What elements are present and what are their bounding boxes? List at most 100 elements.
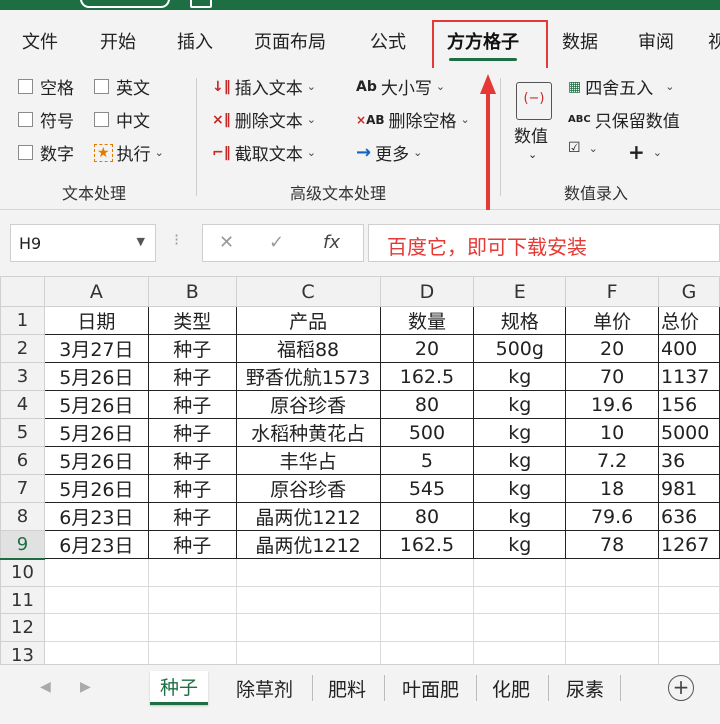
cell[interactable]: 400 [658, 334, 720, 363]
cell[interactable]: 晶两优1212 [235, 502, 381, 531]
cell[interactable]: 80 [379, 390, 475, 419]
cell[interactable]: 总价 [658, 306, 720, 335]
cell[interactable]: 种子 [147, 418, 237, 447]
insert-text-button[interactable]: ↓‖ 插入文本 ⌄ [212, 74, 316, 100]
confirm-icon[interactable]: ✓ [269, 232, 284, 253]
row-header[interactable]: 10 [0, 558, 45, 587]
chevron-down-icon[interactable]: ⌄ [528, 148, 537, 161]
cell[interactable]: 5 [379, 446, 475, 475]
cell[interactable]: 5月26日 [43, 362, 149, 391]
cell[interactable]: 10 [565, 418, 659, 447]
row-header[interactable]: 2 [0, 334, 45, 363]
cell[interactable] [565, 585, 659, 615]
cell[interactable]: 5月26日 [43, 474, 149, 503]
cell[interactable]: 规格 [473, 306, 567, 335]
cell[interactable]: 500 [379, 418, 475, 447]
checkbox-english[interactable]: 英文 [94, 74, 150, 99]
cell[interactable]: kg [473, 502, 567, 531]
cell[interactable]: 单价 [565, 306, 659, 335]
cell[interactable] [473, 558, 567, 587]
cell[interactable] [147, 641, 237, 664]
cell[interactable] [379, 585, 475, 615]
checkbox-chinese[interactable]: 中文 [94, 107, 150, 132]
next-sheet-icon[interactable]: ▶ [80, 679, 91, 695]
cell[interactable] [565, 641, 659, 664]
cell[interactable]: 种子 [147, 446, 237, 475]
cell[interactable]: 种子 [147, 334, 237, 363]
cell[interactable] [235, 585, 381, 615]
cancel-icon[interactable]: ✕ [219, 232, 234, 253]
cell[interactable] [235, 613, 381, 643]
tab-formulas[interactable]: 公式 [370, 28, 406, 54]
cell[interactable] [658, 641, 720, 664]
select-all-corner[interactable] [0, 276, 45, 307]
cell[interactable]: 种子 [147, 474, 237, 503]
delete-text-button[interactable]: ×‖ 删除文本 ⌄ [212, 107, 316, 133]
cell[interactable]: 6月23日 [43, 530, 149, 559]
cell[interactable]: 种子 [147, 530, 237, 559]
row-header[interactable]: 3 [0, 362, 45, 391]
row-header[interactable]: 9 [0, 530, 45, 560]
cell[interactable]: 19.6 [565, 390, 659, 419]
cell[interactable]: 5000 [658, 418, 720, 447]
cell[interactable] [565, 558, 659, 587]
tab-insert[interactable]: 插入 [177, 28, 213, 54]
cell[interactable] [379, 558, 475, 587]
insert-function-button[interactable]: fx [323, 232, 340, 253]
sheet-tab-urea[interactable]: 尿素 [556, 671, 614, 705]
cell[interactable]: 5月26日 [43, 418, 149, 447]
save-icon[interactable] [190, 0, 212, 8]
tab-data[interactable]: 数据 [562, 28, 598, 54]
checkbox-space[interactable]: 空格 [18, 74, 74, 99]
cell[interactable]: 20 [565, 334, 659, 363]
cell[interactable]: 3月27日 [43, 334, 149, 363]
checkbox-symbol[interactable]: 符号 [18, 107, 74, 132]
spreadsheet-grid[interactable]: A B C D E F G 1 日期 类型 产品 数量 规格 单价 总价 2 3月27日 种子 福稻88 20 500g… [0, 276, 720, 664]
cell[interactable]: 5月26日 [43, 446, 149, 475]
cell[interactable]: 36 [658, 446, 720, 475]
sheet-tab-fertilizer[interactable]: 肥料 [318, 671, 376, 705]
cell[interactable]: kg [473, 390, 567, 419]
cell[interactable]: kg [473, 446, 567, 475]
column-header[interactable]: G [658, 276, 720, 307]
cell[interactable] [43, 558, 149, 587]
delete-space-button[interactable]: ×AB 删除空格 ⌄ [356, 107, 470, 132]
cell[interactable]: 79.6 [565, 502, 659, 531]
edit-dropdown-button[interactable]: ☑ ⌄ [568, 140, 598, 156]
cell[interactable]: 野香优航1573 [235, 362, 381, 391]
cell[interactable] [235, 558, 381, 587]
cell[interactable] [658, 585, 720, 615]
cell[interactable] [658, 558, 720, 587]
execute-button[interactable]: ★ 执行 ⌄ [94, 140, 164, 165]
cell[interactable]: 18 [565, 474, 659, 503]
sheet-tab-chemical-fertilizer[interactable]: 化肥 [482, 671, 540, 705]
cell[interactable] [43, 585, 149, 615]
formula-input[interactable]: 百度它，即可下载安装 [368, 224, 720, 262]
add-sheet-button[interactable]: + [668, 675, 694, 701]
cell[interactable]: 162.5 [379, 362, 475, 391]
cell[interactable] [235, 641, 381, 664]
column-header[interactable]: F [565, 276, 659, 307]
cell[interactable] [658, 613, 720, 643]
cell[interactable]: 80 [379, 502, 475, 531]
cell[interactable]: kg [473, 530, 567, 559]
row-header[interactable]: 6 [0, 446, 45, 475]
cell[interactable]: 原谷珍香 [235, 474, 381, 503]
prev-sheet-icon[interactable]: ◀ [40, 679, 51, 695]
tab-home[interactable]: 开始 [100, 28, 136, 54]
cell[interactable]: kg [473, 362, 567, 391]
row-header[interactable]: 13 [0, 641, 45, 664]
cell[interactable]: 636 [658, 502, 720, 531]
row-header[interactable]: 5 [0, 418, 45, 447]
checkbox-number[interactable]: 数字 [18, 140, 74, 165]
cell[interactable]: 福稻88 [235, 334, 381, 363]
cell[interactable]: 种子 [147, 502, 237, 531]
cell[interactable]: 日期 [43, 306, 149, 335]
cell[interactable]: kg [473, 418, 567, 447]
cell[interactable]: kg [473, 474, 567, 503]
cell[interactable]: 水稻种黄花占 [235, 418, 381, 447]
cell[interactable]: 156 [658, 390, 720, 419]
cell[interactable]: 丰华占 [235, 446, 381, 475]
tab-file[interactable]: 文件 [22, 28, 58, 54]
cell[interactable]: 种子 [147, 390, 237, 419]
